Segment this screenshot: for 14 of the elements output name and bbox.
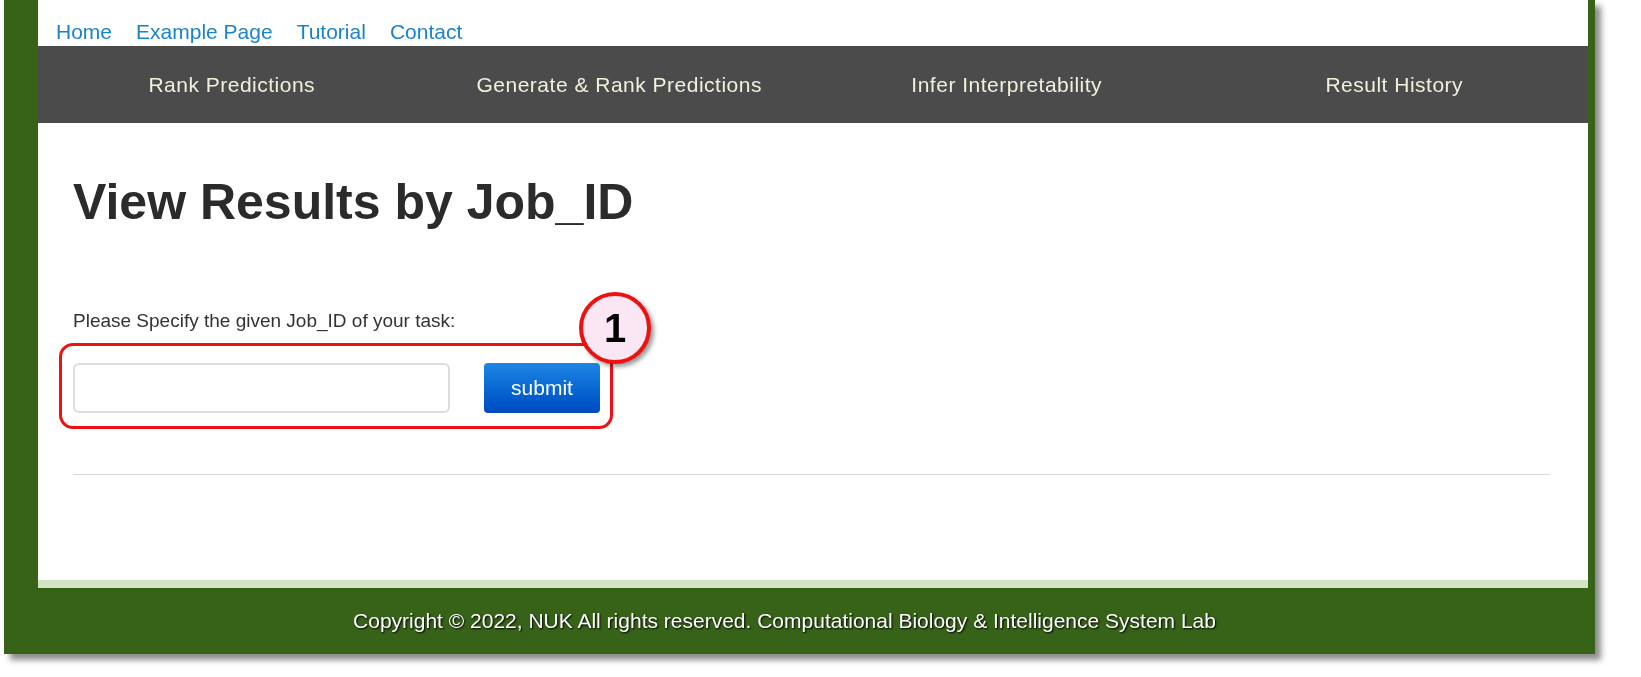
nav-link[interactable]: Example Page: [136, 21, 273, 42]
annotation-badge: 1: [579, 291, 651, 364]
menu-item[interactable]: Infer Interpretability: [911, 68, 1103, 101]
menu-item[interactable]: Rank Predictions: [148, 68, 316, 101]
menu-item[interactable]: Result History: [1325, 68, 1464, 101]
form-label: Please Specify the given Job_ID of your task:: [73, 309, 456, 334]
footer-text: Copyright © 2022, NUK All rights reserved. Computational Biology & Intelligence System Lab: [353, 608, 1217, 635]
nav-link[interactable]: Home: [56, 21, 113, 42]
menu-item[interactable]: Generate & Rank Predictions: [476, 68, 762, 101]
nav-link[interactable]: Contact: [389, 21, 463, 42]
job-id-field[interactable]: [73, 362, 450, 413]
page-heading: View Results by Job_ID: [73, 177, 634, 227]
submit-button[interactable]: submit: [484, 362, 600, 413]
nav-link[interactable]: Tutorial: [296, 21, 366, 42]
